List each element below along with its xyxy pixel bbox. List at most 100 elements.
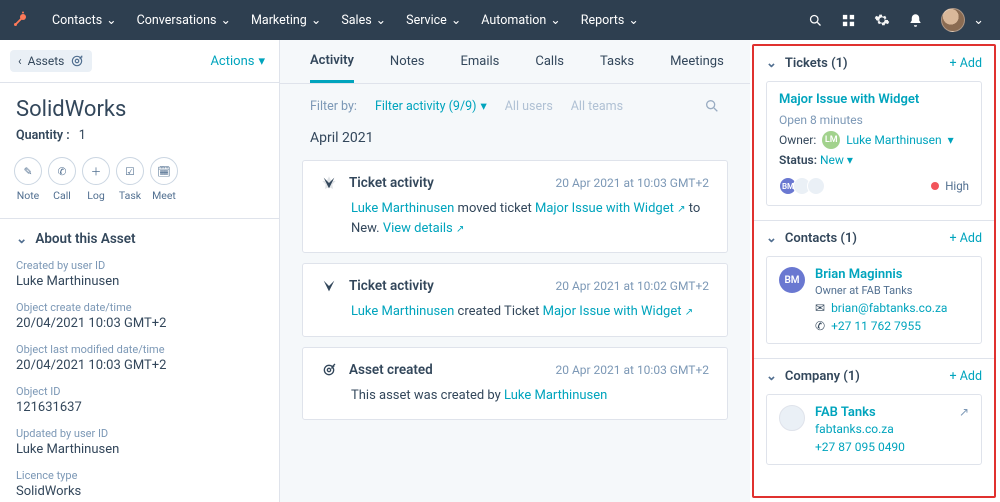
owner-link[interactable]: Luke Marthinusen	[846, 133, 941, 147]
actor-link[interactable]: Luke Marthinusen	[504, 388, 607, 403]
filter-all-users[interactable]: All users	[505, 99, 553, 114]
top-nav-menu: Contacts⌄ Conversations⌄ Marketing⌄ Sale…	[44, 8, 647, 32]
chevron-down-icon[interactable]: ▾	[847, 153, 853, 167]
chevron-down-icon: ⌄	[376, 12, 386, 28]
ticket-icon	[321, 175, 337, 191]
actor-link[interactable]: Luke Marthinusen	[351, 201, 454, 216]
nav-conversations[interactable]: Conversations⌄	[129, 8, 239, 32]
tab-activity[interactable]: Activity	[310, 40, 354, 83]
contact-phone-link[interactable]: +27 11 762 7955	[831, 319, 921, 333]
company-card: FAB Tanks fabtanks.co.za +27 87 095 0490…	[766, 394, 982, 465]
about-section-toggle[interactable]: ⌄ About this Asset	[16, 231, 263, 247]
quantity-row: Quantity : 1	[0, 124, 279, 157]
account-menu[interactable]: ⌄	[941, 8, 984, 32]
chevron-down-icon: ⌄	[106, 12, 116, 28]
asset-icon	[321, 362, 337, 378]
status-value[interactable]: New	[820, 153, 844, 167]
field-value: 121631637	[16, 400, 263, 415]
log-button[interactable]: ＋Log	[82, 157, 110, 202]
nav-sales[interactable]: Sales⌄	[333, 8, 394, 32]
contact-email-link[interactable]: brian@fabtanks.co.za	[831, 301, 947, 315]
record-actions-menu[interactable]: Actions▾	[210, 54, 265, 69]
chevron-down-icon: ▾	[258, 54, 265, 69]
filter-all-teams[interactable]: All teams	[571, 99, 623, 114]
chevron-down-icon: ⌄	[766, 56, 777, 71]
activity-tabs: Activity Notes Emails Calls Tasks Meetin…	[280, 40, 750, 84]
field-label: Object create date/time	[16, 301, 263, 314]
card-timestamp: 20 Apr 2021 at 10:02 GMT+2	[555, 279, 709, 293]
tickets-section-header[interactable]: ⌄ Tickets (1) + Add	[766, 56, 982, 71]
notifications-icon[interactable]	[908, 13, 923, 28]
add-ticket-link[interactable]: + Add	[950, 56, 982, 71]
field-value: 20/04/2021 10:03 GMT+2	[16, 358, 263, 373]
call-button[interactable]: ✆Call	[48, 157, 76, 202]
activity-card: Ticket activity 20 Apr 2021 at 10:02 GMT…	[302, 263, 728, 337]
company-logo-icon	[779, 405, 805, 431]
settings-icon[interactable]	[874, 12, 890, 28]
company-domain-link[interactable]: fabtanks.co.za	[815, 422, 894, 436]
contact-avatar-icon: BM	[779, 267, 805, 293]
field-label: Created by user ID	[16, 259, 263, 272]
ticket-title-link[interactable]: Major Issue with Widget	[779, 92, 969, 107]
nav-service[interactable]: Service⌄	[398, 8, 469, 32]
tab-tasks[interactable]: Tasks	[600, 40, 634, 83]
company-phone-link[interactable]: +27 87 095 0490	[815, 440, 905, 454]
ticket-link[interactable]: Major Issue with Widget	[535, 201, 674, 216]
activity-card: Ticket activity 20 Apr 2021 at 10:03 GMT…	[302, 160, 728, 253]
contact-name-link[interactable]: Brian Maginnis	[815, 267, 969, 282]
search-icon[interactable]	[808, 13, 823, 28]
contact-subtitle: Owner at FAB Tanks	[815, 284, 969, 297]
company-name-link[interactable]: FAB Tanks	[815, 405, 949, 420]
card-timestamp: 20 Apr 2021 at 10:03 GMT+2	[555, 363, 709, 377]
actor-link[interactable]: Luke Marthinusen	[351, 304, 454, 319]
view-details-link[interactable]: View details	[383, 221, 453, 236]
user-avatar-icon	[941, 8, 965, 32]
chevron-down-icon: ⌄	[766, 369, 777, 384]
field-value: Luke Marthinusen	[16, 274, 263, 289]
external-link-icon[interactable]: ↗	[685, 307, 693, 318]
nav-automation[interactable]: Automation⌄	[473, 8, 568, 32]
add-contact-link[interactable]: + Add	[950, 231, 982, 246]
associations-panel: ⌄ Tickets (1) + Add Major Issue with Wid…	[752, 44, 996, 498]
hubspot-logo-icon[interactable]	[10, 10, 30, 30]
note-button[interactable]: ✎Note	[14, 157, 42, 202]
priority-badge: High	[931, 179, 969, 193]
external-link-icon[interactable]: ↗	[959, 405, 969, 454]
task-button[interactable]: ☑Task	[116, 157, 144, 202]
chevron-down-icon: ⌄	[766, 231, 777, 246]
ticket-card: Major Issue with Widget Open 8 minutes O…	[766, 81, 982, 206]
associated-avatars[interactable]: BM	[779, 177, 825, 195]
card-title: Asset created	[349, 362, 433, 378]
chevron-down-icon: ⌄	[628, 12, 638, 28]
nav-reports[interactable]: Reports⌄	[573, 8, 647, 32]
section-heading: Contacts (1)	[785, 231, 857, 246]
marketplace-icon[interactable]	[841, 13, 856, 28]
activity-panel: Activity Notes Emails Calls Tasks Meetin…	[280, 40, 750, 502]
tab-notes[interactable]: Notes	[390, 40, 425, 83]
month-header: April 2021	[280, 120, 750, 150]
add-company-link[interactable]: + Add	[950, 369, 982, 384]
owner-label: Owner:	[779, 133, 816, 147]
nav-marketing[interactable]: Marketing⌄	[243, 8, 329, 32]
ticket-link[interactable]: Major Issue with Widget	[543, 304, 682, 319]
tab-emails[interactable]: Emails	[460, 40, 499, 83]
ticket-open-duration: Open 8 minutes	[779, 113, 969, 127]
section-heading: Company (1)	[785, 369, 860, 384]
tab-meetings[interactable]: Meetings	[670, 40, 724, 83]
plus-icon: ＋	[91, 164, 102, 179]
chevron-down-icon[interactable]: ▾	[948, 133, 954, 147]
target-icon	[70, 54, 84, 68]
field-label: Object last modified date/time	[16, 343, 263, 356]
nav-contacts[interactable]: Contacts⌄	[44, 8, 125, 32]
back-to-assets[interactable]: ‹ Assets	[10, 50, 92, 72]
filter-activity-dropdown[interactable]: Filter activity (9/9) ▾	[375, 98, 487, 114]
meet-button[interactable]: 🗓Meet	[150, 157, 178, 202]
quick-action-row: ✎Note ✆Call ＋Log ☑Task 🗓Meet	[0, 157, 279, 218]
contacts-section-header[interactable]: ⌄ Contacts (1) + Add	[766, 231, 982, 246]
chevron-down-icon: ⌄	[221, 12, 231, 28]
external-link-icon[interactable]: ↗	[456, 224, 464, 235]
activity-search-icon[interactable]	[704, 98, 720, 114]
tab-calls[interactable]: Calls	[535, 40, 564, 83]
chevron-down-icon: ▾	[481, 98, 487, 114]
company-section-header[interactable]: ⌄ Company (1) + Add	[766, 369, 982, 384]
